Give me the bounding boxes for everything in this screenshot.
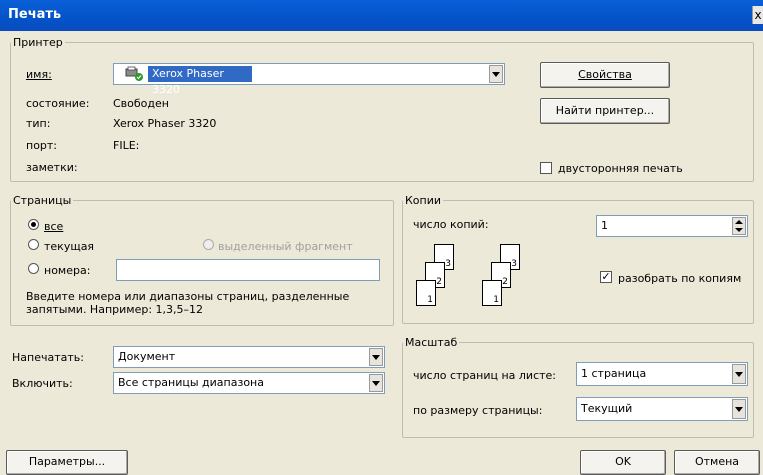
pages-selection-label: выделенный фрагмент <box>218 240 353 253</box>
printer-name-select[interactable]: Xerox Phaser 3320 <box>113 63 505 96</box>
pages-numbers-radio[interactable] <box>28 263 39 274</box>
pages-current-radio[interactable] <box>28 239 39 250</box>
pages-numbers-input[interactable] <box>116 259 380 281</box>
pages-all-radio[interactable] <box>28 219 39 230</box>
copies-count-stepper[interactable]: 1 <box>596 215 748 237</box>
chevron-up-icon[interactable] <box>735 220 743 224</box>
chevron-down-icon[interactable] <box>732 399 746 419</box>
collate-checkbox[interactable]: ✓ <box>600 271 612 283</box>
type-label: тип: <box>26 117 51 130</box>
copies-group: Копии <box>402 194 754 324</box>
options-button[interactable]: Параметры... <box>6 450 128 475</box>
page-icon: 1 <box>482 280 502 306</box>
include-select[interactable]: Все страницы диапазона <box>113 372 385 394</box>
properties-button[interactable]: Свойства <box>540 62 670 88</box>
scale-label: по размеру страницы: <box>413 404 543 417</box>
zoom-group-label: Масштаб <box>405 336 458 349</box>
chevron-down-icon[interactable] <box>735 228 743 232</box>
include-value: Все страницы диапазона <box>118 376 264 389</box>
pages-per-sheet-select[interactable]: 1 страница <box>576 362 748 386</box>
status-value: Свободен <box>113 97 169 110</box>
pages-per-sheet-value: 1 страница <box>581 367 647 380</box>
printer-icon <box>124 66 144 82</box>
find-printer-button[interactable]: Найти принтер... <box>540 98 670 124</box>
close-button[interactable]: x <box>752 6 763 24</box>
printer-group-label: Принтер <box>13 36 63 49</box>
title-bar: Печать x <box>0 0 763 31</box>
port-value: FILE: <box>113 139 140 152</box>
cancel-button[interactable]: Отмена <box>674 450 760 475</box>
scale-select[interactable]: Текущий <box>576 397 748 421</box>
duplex-label: двусторонняя печать <box>558 162 683 175</box>
pages-group-label: Страницы <box>13 194 72 207</box>
pages-numbers-label: номера: <box>44 264 91 277</box>
notes-label: заметки: <box>26 161 78 174</box>
collate-label: разобрать по копиям <box>618 272 742 285</box>
zoom-group: Масштаб <box>402 336 754 438</box>
chevron-down-icon[interactable] <box>369 348 383 366</box>
print-what-label: Напечатать: <box>12 351 84 364</box>
duplex-checkbox[interactable] <box>540 162 552 174</box>
scale-value: Текущий <box>581 402 633 415</box>
pages-all-label: все <box>44 220 64 233</box>
chevron-down-icon[interactable] <box>732 364 746 384</box>
copies-count-value: 1 <box>601 219 608 232</box>
ok-button[interactable]: OK <box>580 450 666 475</box>
copies-count-label: число копий: <box>413 218 489 231</box>
window-title: Печать <box>8 7 62 22</box>
status-label: состояние: <box>26 97 90 110</box>
type-value: Xerox Phaser 3320 <box>113 117 217 130</box>
include-label: Включить: <box>12 377 73 390</box>
printer-name-label: имя: <box>26 68 52 81</box>
pages-selection-radio <box>203 239 214 250</box>
chevron-down-icon[interactable] <box>369 374 383 392</box>
pages-per-sheet-label: число страниц на листе: <box>413 369 556 382</box>
printer-name-value: Xerox Phaser 3320 <box>148 66 252 96</box>
pages-current-label: текущая <box>44 240 95 253</box>
stepper-buttons[interactable] <box>732 217 746 235</box>
port-label: порт: <box>26 139 58 152</box>
print-what-value: Документ <box>118 350 176 363</box>
pages-hint: Введите номера или диапазоны страниц, ра… <box>26 290 350 316</box>
chevron-down-icon[interactable] <box>489 65 503 83</box>
copies-group-label: Копии <box>405 194 442 207</box>
page-icon: 1 <box>416 280 436 306</box>
print-what-select[interactable]: Документ <box>113 346 385 368</box>
